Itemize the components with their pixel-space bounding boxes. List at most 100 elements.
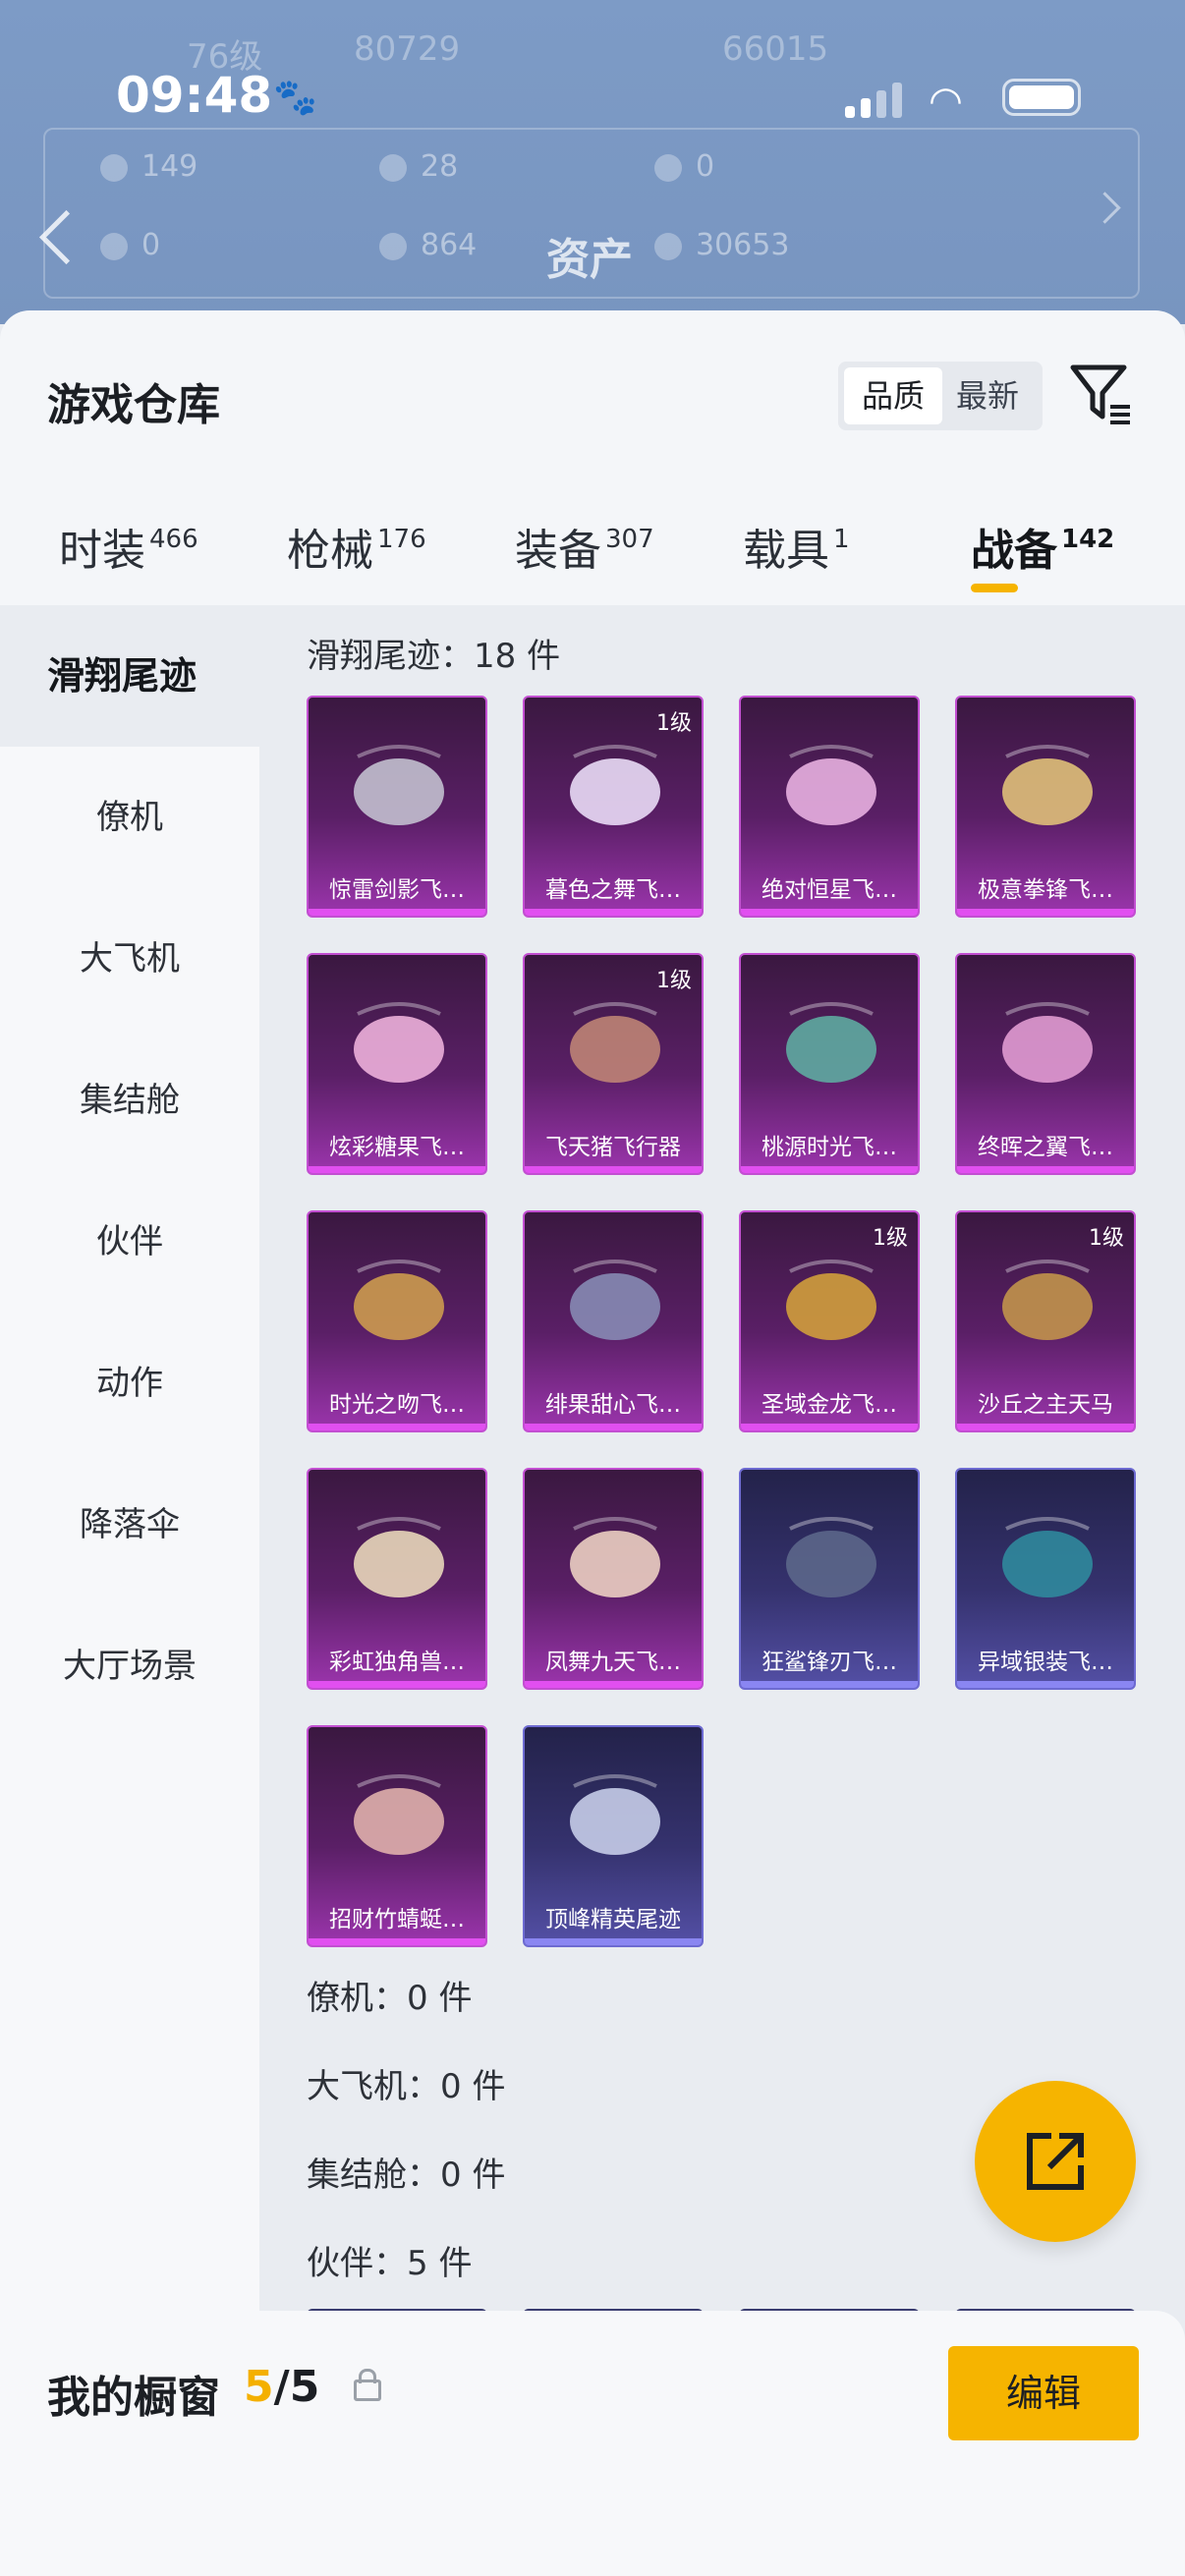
item-card[interactable]: 彩虹独角兽… — [307, 1468, 487, 1690]
rarity-stripe — [309, 909, 485, 916]
page-title: 资产 — [546, 235, 633, 285]
battery-icon — [1002, 79, 1081, 116]
category-sidebar: 滑翔尾迹 僚机 大飞机 集结舱 伙伴 动作 降落伞 大厅场景 — [0, 605, 259, 2576]
showcase-bar: 我的橱窗 5/5 编辑 — [0, 2311, 1185, 2576]
item-card[interactable]: 异域银装飞… — [955, 1468, 1136, 1690]
item-card[interactable]: 1级圣域金龙飞… — [739, 1210, 920, 1432]
rarity-stripe — [957, 909, 1134, 916]
item-card[interactable]: 终晖之翼飞… — [955, 953, 1136, 1175]
item-name: 沙丘之主天马 — [978, 1392, 1113, 1418]
stat-item: 864 — [379, 228, 477, 262]
rarity-stripe — [741, 909, 918, 916]
profile-header-background: 76级 80729 66015 149 28 0 0 864 30653 资产 … — [0, 0, 1185, 324]
paw-icon: 🐾 — [273, 78, 317, 118]
rarity-stripe — [957, 1424, 1134, 1430]
item-name: 顶峰精英尾迹 — [545, 1907, 681, 1932]
rarity-stripe — [525, 1681, 702, 1688]
section-label-big-plane: 大飞机：0 件 — [307, 2067, 506, 2106]
item-artwork — [554, 1499, 676, 1621]
item-name: 极意拳锋飞… — [978, 877, 1113, 903]
edit-showcase-button[interactable]: 编辑 — [948, 2346, 1139, 2440]
item-artwork — [338, 1757, 460, 1878]
item-name: 绝对恒星飞… — [762, 877, 897, 903]
item-level-badge: 1级 — [1089, 1226, 1124, 1251]
item-artwork — [338, 727, 460, 849]
item-artwork — [338, 1242, 460, 1364]
item-card[interactable]: 惊雷剑影飞… — [307, 696, 487, 918]
stat-item: 28 — [379, 149, 458, 184]
item-card[interactable]: 凤舞九天飞… — [523, 1468, 704, 1690]
item-name: 终晖之翼飞… — [978, 1135, 1113, 1160]
item-artwork — [770, 984, 892, 1106]
rarity-stripe — [309, 1166, 485, 1173]
stat-item: 30653 — [654, 228, 789, 262]
sort-toggle: 品质 最新 — [838, 362, 1043, 430]
item-artwork — [554, 727, 676, 849]
rarity-stripe — [957, 1681, 1134, 1688]
item-card[interactable]: 时光之吻飞… — [307, 1210, 487, 1432]
eye-icon — [379, 153, 407, 182]
sidebar-item-parachute[interactable]: 降落伞 — [0, 1454, 259, 1596]
tab-fashion[interactable]: 时装 466 — [59, 515, 198, 578]
sidebar-item-partner[interactable]: 伙伴 — [0, 1171, 259, 1313]
section-label-partner: 伙伴：5 件 — [307, 2244, 473, 2283]
tab-battle-gear[interactable]: 战备 142 — [971, 515, 1114, 578]
rarity-stripe — [957, 1166, 1134, 1173]
sort-by-latest-button[interactable]: 最新 — [938, 367, 1037, 424]
sidebar-item-action[interactable]: 动作 — [0, 1313, 259, 1454]
item-card[interactable]: 1级沙丘之主天马 — [955, 1210, 1136, 1432]
rarity-stripe — [525, 1424, 702, 1430]
item-artwork — [987, 1499, 1108, 1621]
stat-item: 0 — [654, 149, 714, 184]
sort-by-quality-button[interactable]: 品质 — [844, 367, 942, 424]
item-card[interactable]: 1级 飞天猪飞行器 — [523, 953, 704, 1175]
item-card[interactable]: 招财竹蜻蜓… — [307, 1725, 487, 1947]
coin-icon — [100, 153, 128, 182]
rarity-stripe — [309, 1681, 485, 1688]
item-name: 飞天猪飞行器 — [545, 1135, 681, 1160]
rarity-stripe — [525, 909, 702, 916]
item-name: 彩虹独角兽… — [329, 1650, 465, 1675]
item-card[interactable]: 桃源时光飞… — [739, 953, 920, 1175]
sidebar-item-glide-trail[interactable]: 滑翔尾迹 — [0, 605, 259, 747]
item-artwork — [338, 984, 460, 1106]
filter-icon[interactable] — [1069, 362, 1132, 426]
rarity-stripe — [741, 1681, 918, 1688]
gem-icon — [100, 232, 128, 260]
tab-guns[interactable]: 枪械 176 — [287, 515, 426, 578]
rarity-stripe — [309, 1424, 485, 1430]
sidebar-item-wingman[interactable]: 僚机 — [0, 747, 259, 888]
item-artwork — [987, 1242, 1108, 1364]
item-name: 凤舞九天飞… — [545, 1650, 681, 1675]
item-name: 惊雷剑影飞… — [329, 877, 465, 903]
tab-vehicles[interactable]: 载具 1 — [743, 515, 850, 578]
item-card[interactable]: 1级 暮色之舞飞… — [523, 696, 704, 918]
item-card[interactable]: 绝对恒星飞… — [739, 696, 920, 918]
tab-equipment[interactable]: 装备 307 — [515, 515, 654, 578]
status-time: 09:48 — [116, 67, 273, 124]
section-label-pod: 集结舱：0 件 — [307, 2156, 506, 2195]
rarity-stripe — [525, 1166, 702, 1173]
sidebar-item-big-plane[interactable]: 大飞机 — [0, 888, 259, 1030]
faint-score-2: 66015 — [722, 29, 829, 69]
item-artwork — [987, 984, 1108, 1106]
item-card[interactable]: 绯果甜心飞… — [523, 1210, 704, 1432]
item-artwork — [554, 1242, 676, 1364]
item-artwork — [987, 727, 1108, 849]
stat-item: 0 — [100, 228, 160, 262]
share-button[interactable] — [975, 2081, 1136, 2242]
item-card[interactable]: 顶峰精英尾迹 — [523, 1725, 704, 1947]
sidebar-item-lobby-scene[interactable]: 大厅场景 — [0, 1596, 259, 1737]
sidebar-item-pod[interactable]: 集结舱 — [0, 1030, 259, 1171]
game-warehouse-sheet: 游戏仓库 品质 最新 时装 466 枪械 176 装备 307 载具 1 战备 142 滑… — [0, 310, 1185, 2576]
item-name: 招财竹蜻蜓… — [329, 1907, 465, 1932]
item-card[interactable]: 极意拳锋飞… — [955, 696, 1136, 918]
share-icon — [1027, 2133, 1084, 2190]
item-level-badge: 1级 — [873, 1226, 908, 1251]
item-grid-area: 滑翔尾迹：18 件 惊雷剑影飞… 1级 暮色之舞飞… 绝对恒星飞… 极意拳锋飞… 炫彩糖果… — [259, 605, 1185, 2576]
item-level-badge: 1级 — [656, 711, 692, 736]
item-name: 圣域金龙飞… — [762, 1392, 897, 1418]
item-card[interactable]: 炫彩糖果飞… — [307, 953, 487, 1175]
item-name: 时光之吻飞… — [329, 1392, 465, 1418]
item-card[interactable]: 狂鲨锋刃飞… — [739, 1468, 920, 1690]
